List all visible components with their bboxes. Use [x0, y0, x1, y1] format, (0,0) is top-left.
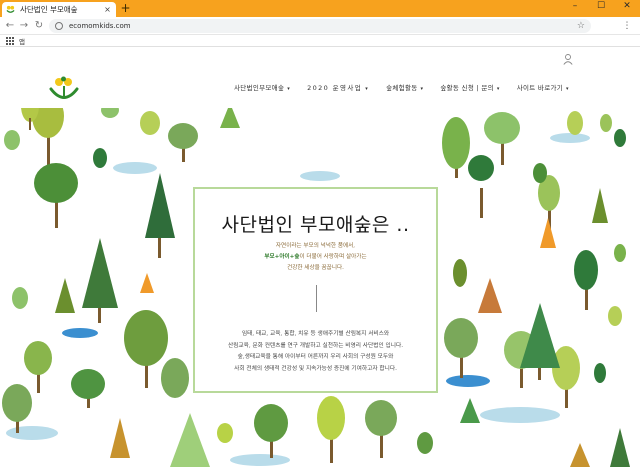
chevron-down-icon: ▾: [420, 86, 424, 92]
browser-toolbar: ← → ↻ ecomomkids.com ☆ ⋮: [0, 17, 640, 35]
tab-close-icon[interactable]: ×: [103, 5, 112, 14]
nav-item-site-links[interactable]: 사이트 바로가기 ▾: [517, 82, 569, 92]
intro-text: 자연이라는 부모의 넉넉한 품에서, 부모+아이+숲이 더불어 사랑하며 살아가…: [195, 241, 436, 274]
reload-icon[interactable]: ↻: [33, 20, 45, 32]
window-minimize-button[interactable]: –: [562, 0, 588, 14]
new-tab-button[interactable]: +: [119, 2, 132, 15]
page-title: 사단법인 부모애숲은 ..: [221, 214, 410, 236]
description-line: 산림교육, 문화 컨텐츠를 연구 개발하고 실천하는 비영리 사단법인 입니다.: [227, 342, 404, 349]
browser-menu-icon[interactable]: ⋮: [622, 20, 632, 32]
browser-titlebar: 사단법인 부모애숲 × + – ☐ ✕: [0, 0, 640, 17]
divider: [316, 285, 317, 312]
chevron-down-icon: ▾: [365, 86, 370, 92]
window-close-button[interactable]: ✕: [614, 0, 640, 14]
intro-highlight: 부모+아이+숲: [264, 254, 300, 260]
forward-icon[interactable]: →: [18, 20, 30, 32]
intro-card: 사단법인 부모애숲은 .. 자연이라는 부모의 넉넉한 품에서, 부모+아이+숲…: [193, 187, 438, 393]
intro-line: 부모+아이+숲이 더불어 사랑하며 살아가는: [264, 254, 367, 260]
url-text[interactable]: ecomomkids.com: [69, 22, 577, 30]
tab-title: 사단법인 부모애숲: [20, 5, 78, 14]
intro-line: 건강한 세상을 꿈꿉니다.: [287, 265, 344, 271]
site-favicon-icon: [6, 5, 15, 13]
bookmarks-bar: 앱: [0, 35, 640, 47]
main-navigation: 사단법인부모애숲 ▾ 2020 운영사업 ▾ 숲체험활동 ▾ 숲활동 신청 | 문의 ▾…: [234, 82, 586, 92]
intro-line: 자연이라는 부모의 넉넉한 품에서,: [275, 243, 356, 249]
apps-grid-icon[interactable]: [6, 36, 14, 45]
nav-item-apply-inquiry[interactable]: 숲활동 신청 | 문의 ▾: [440, 82, 499, 92]
description-line: 사회 전체의 생태적 건강성 및 지속가능성 증진에 기여하고자 합니다.: [234, 365, 397, 372]
web-page: 사단법인부모애숲 ▾ 2020 운영사업 ▾ 숲체험활동 ▾ 숲활동 신청 | 문의 ▾…: [0, 48, 640, 467]
chevron-down-icon: ▾: [496, 86, 500, 92]
site-header: 사단법인부모애숲 ▾ 2020 운영사업 ▾ 숲체험활동 ▾ 숲활동 신청 | 문의 ▾…: [0, 48, 640, 108]
site-logo-icon[interactable]: [47, 76, 81, 102]
address-bar[interactable]: ecomomkids.com ☆: [49, 19, 591, 33]
apps-bookmark-label[interactable]: 앱: [19, 36, 25, 46]
back-icon[interactable]: ←: [4, 20, 16, 32]
nav-item-programs-2020[interactable]: 2020 운영사업 ▾: [307, 82, 369, 92]
description-text: 임태, 태교, 교육, 통합, 치유 등 생애주기별 산림복지 서비스와 산림교…: [213, 329, 418, 375]
nav-item-forest-activities[interactable]: 숲체험활동 ▾: [386, 82, 423, 92]
window-maximize-button[interactable]: ☐: [588, 0, 614, 14]
chevron-down-icon: ▾: [566, 86, 569, 92]
bookmark-star-icon[interactable]: ☆: [577, 21, 585, 31]
description-line: 임태, 태교, 교육, 통합, 치유 등 생애주기별 산림복지 서비스와: [241, 331, 390, 337]
browser-tab[interactable]: 사단법인 부모애숲 ×: [2, 2, 116, 17]
user-account-icon[interactable]: [563, 54, 573, 65]
site-info-icon[interactable]: [55, 22, 63, 30]
nav-item-about[interactable]: 사단법인부모애숲 ▾: [234, 82, 290, 92]
chevron-down-icon: ▾: [287, 86, 291, 92]
description-line: 숲,생태교육을 통해 아이부터 어른까지 우리 사회의 구성원 모두와: [237, 354, 394, 360]
